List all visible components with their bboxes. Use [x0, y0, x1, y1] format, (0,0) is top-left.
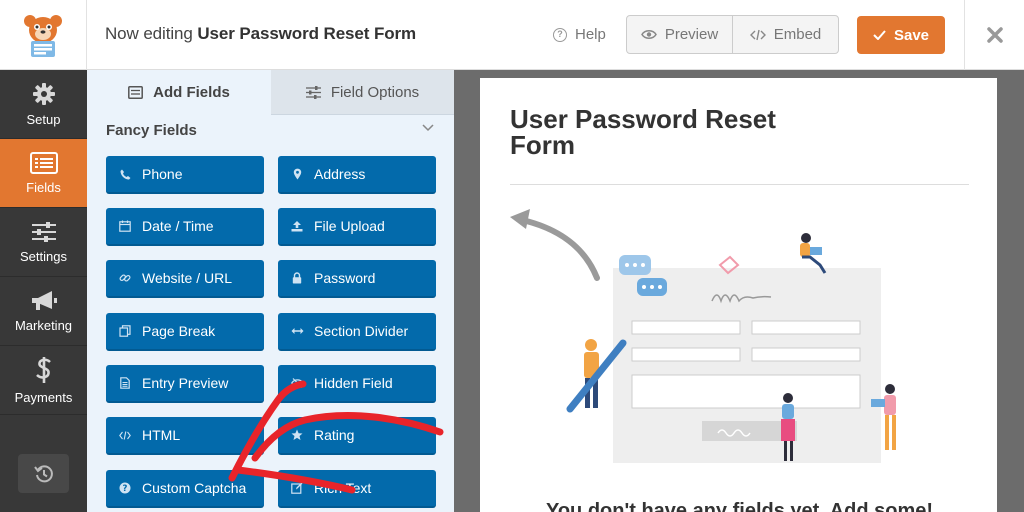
- field-label-entry-preview: Entry Preview: [142, 375, 229, 391]
- field-button-rating[interactable]: Rating: [278, 417, 436, 455]
- field-button-date-time[interactable]: Date / Time: [106, 208, 264, 246]
- close-icon: [986, 27, 1003, 43]
- field-button-password[interactable]: Password: [278, 260, 436, 298]
- form-title[interactable]: User Password Reset Form: [510, 106, 810, 158]
- calendar-icon: [119, 220, 131, 232]
- nav-label-setup: Setup: [26, 111, 61, 127]
- code-icon: [119, 430, 131, 440]
- field-button-section-divider[interactable]: Section Divider: [278, 313, 436, 351]
- file-text-icon: [120, 377, 130, 389]
- history-icon: [33, 464, 53, 482]
- field-button-entry-preview[interactable]: Entry Preview: [106, 365, 264, 403]
- nav-item-fields[interactable]: Fields: [0, 139, 87, 208]
- field-button-rich-text[interactable]: Rich Text: [278, 470, 436, 508]
- field-button-address[interactable]: Address: [278, 156, 436, 194]
- embed-label: Embed: [773, 26, 822, 43]
- question-circle-icon: ?: [119, 482, 131, 494]
- svg-text:?: ?: [123, 484, 128, 494]
- field-label-rating: Rating: [314, 427, 355, 443]
- gear-icon: [32, 82, 55, 105]
- field-label-html: HTML: [142, 427, 181, 443]
- form-name: User Password Reset Form: [197, 24, 417, 43]
- field-label-website-url: Website / URL: [142, 270, 232, 286]
- field-button-custom-captcha[interactable]: ? Custom Captcha: [106, 470, 264, 508]
- code-icon: [749, 29, 766, 40]
- nav-label-payments: Payments: [14, 389, 73, 405]
- field-label-custom-captcha: Custom Captcha: [142, 480, 247, 496]
- sliders-icon: [305, 85, 321, 99]
- section-title-fancy-fields: Fancy Fields: [106, 122, 197, 139]
- dollar-icon: [35, 356, 51, 383]
- form-preview-card: User Password Reset Form You don't have …: [480, 78, 997, 512]
- preview-button[interactable]: Preview: [627, 16, 732, 53]
- revisions-button[interactable]: [18, 454, 69, 493]
- link-icon: [119, 274, 131, 282]
- field-button-file-upload[interactable]: File Upload: [278, 208, 436, 246]
- field-label-password: Password: [314, 270, 376, 286]
- form-title-divider: [510, 184, 969, 185]
- field-button-page-break[interactable]: Page Break: [106, 313, 264, 351]
- save-label: Save: [893, 26, 930, 44]
- list-alt-icon: [128, 86, 144, 99]
- nav-label-settings: Settings: [20, 248, 67, 264]
- eye-icon: [640, 30, 657, 39]
- field-label-hidden-field: Hidden Field: [314, 375, 393, 391]
- field-label-rich-text: Rich Text: [314, 480, 372, 496]
- close-button[interactable]: [964, 0, 1024, 70]
- arrows-h-icon: [291, 328, 303, 334]
- phone-icon: [120, 169, 130, 179]
- edit-icon: [291, 482, 303, 494]
- wpforms-logo[interactable]: [0, 0, 87, 70]
- nav-label-fields: Fields: [26, 179, 61, 195]
- tab-add-fields-label: Add Fields: [153, 84, 230, 101]
- editing-title: Now editing User Password Reset Form: [105, 24, 416, 44]
- save-button[interactable]: Save: [857, 16, 945, 54]
- embed-button[interactable]: Embed: [732, 16, 838, 53]
- copy-icon: [119, 325, 131, 337]
- tab-field-options[interactable]: Field Options: [271, 70, 454, 115]
- preview-label: Preview: [664, 26, 719, 43]
- lock-icon: [292, 272, 302, 284]
- list-icon: [29, 151, 58, 174]
- help-label: Help: [575, 26, 606, 43]
- field-label-address: Address: [314, 166, 366, 182]
- tab-field-options-label: Field Options: [330, 83, 420, 101]
- field-label-file-upload: File Upload: [314, 218, 385, 234]
- question-circle-icon: ?: [553, 27, 567, 42]
- eye-slash-icon: [290, 378, 304, 388]
- nav-item-payments[interactable]: Payments: [0, 346, 87, 415]
- megaphone-icon: [31, 290, 57, 310]
- field-button-hidden-field[interactable]: Hidden Field: [278, 365, 436, 403]
- empty-form-message: You don't have any fields yet. Add some!: [545, 500, 934, 512]
- nav-item-setup[interactable]: Setup: [0, 70, 87, 139]
- check-icon: [873, 30, 886, 40]
- builder-left-nav: Setup Fields Settings Marketing Payments: [0, 70, 87, 512]
- fields-panel: Add Fields Field Options Fancy Fields Ph…: [87, 70, 454, 512]
- bear-logo-icon: [24, 15, 62, 57]
- field-label-phone: Phone: [142, 166, 183, 182]
- empty-form-illustration: [510, 209, 896, 463]
- field-button-html[interactable]: HTML: [106, 417, 264, 455]
- builder-header: Now editing User Password Reset Form ? H…: [0, 0, 1024, 70]
- preview-embed-group: Preview Embed: [626, 15, 839, 54]
- chevron-down-icon[interactable]: [422, 124, 434, 132]
- field-label-page-break: Page Break: [142, 323, 216, 339]
- nav-item-settings[interactable]: Settings: [0, 208, 87, 277]
- sliders-icon: [31, 221, 56, 242]
- star-icon: [291, 429, 303, 440]
- help-button[interactable]: ? Help: [553, 26, 606, 43]
- field-button-phone[interactable]: Phone: [106, 156, 264, 194]
- field-label-section-divider: Section Divider: [314, 323, 409, 339]
- tab-add-fields[interactable]: Add Fields: [87, 70, 271, 115]
- field-button-website-url[interactable]: Website / URL: [106, 260, 264, 298]
- map-marker-icon: [293, 168, 301, 180]
- field-label-date-time: Date / Time: [142, 218, 214, 234]
- editing-prefix: Now editing: [105, 24, 198, 43]
- nav-label-marketing: Marketing: [14, 317, 73, 333]
- upload-icon: [291, 221, 303, 232]
- nav-item-marketing[interactable]: Marketing: [0, 277, 87, 346]
